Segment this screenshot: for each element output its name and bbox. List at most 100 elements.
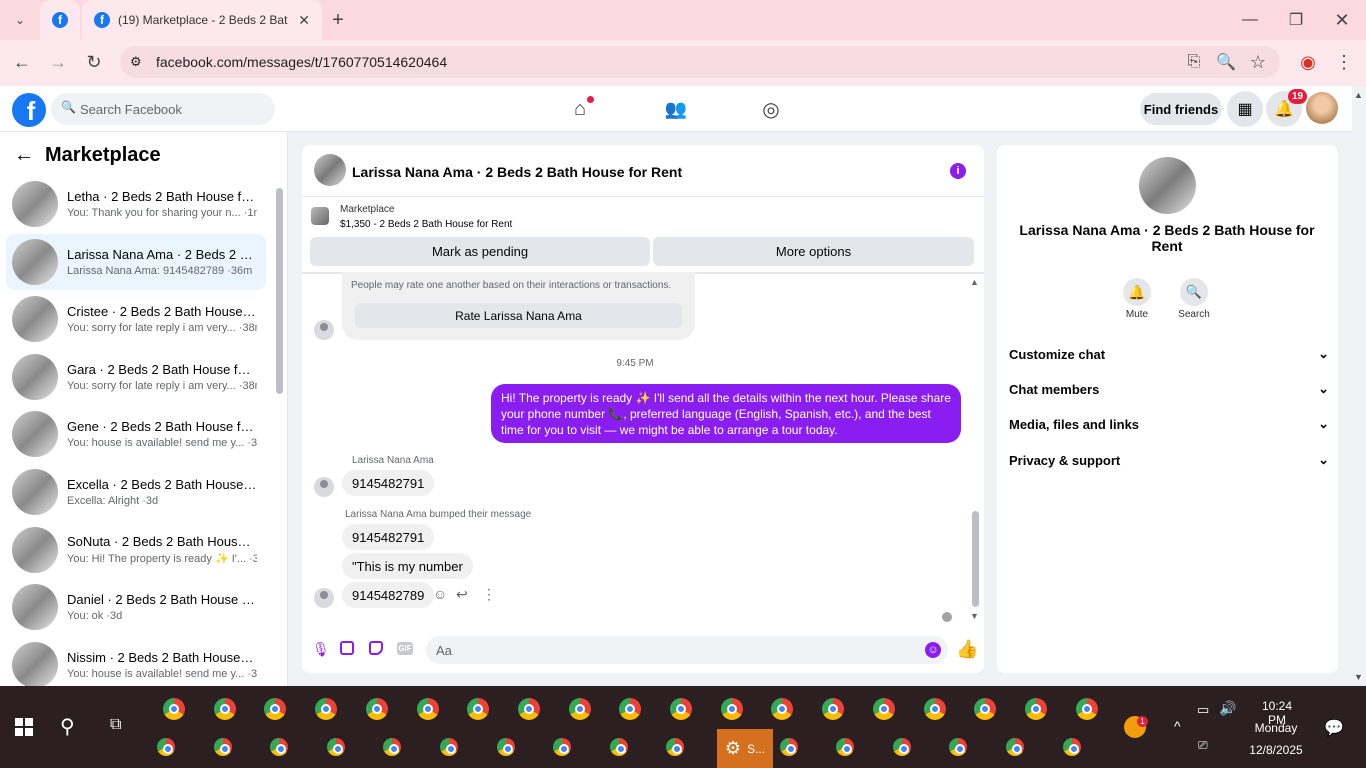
taskbar-chrome-icon[interactable] [264, 698, 287, 720]
microphone-icon[interactable]: 🎙 [312, 641, 330, 658]
taskbar-chrome-icon[interactable] [1075, 698, 1098, 720]
photo-icon[interactable] [340, 641, 354, 655]
taskbar-chrome-icon[interactable] [822, 698, 845, 720]
chat-title[interactable]: Larissa Nana Ama · 2 Beds 2 Bath House f… [352, 164, 682, 180]
message-input[interactable]: Aa [426, 636, 948, 664]
incoming-message[interactable]: 9145482789 [342, 582, 435, 608]
message-more-icon[interactable]: ⋮ [482, 586, 496, 603]
taskbar-chrome-icon[interactable] [892, 738, 911, 756]
taskbar-chrome-icon[interactable] [1006, 738, 1024, 756]
account-avatar[interactable] [1306, 92, 1338, 124]
sender-avatar[interactable] [314, 477, 334, 497]
tab-search-chevron-icon[interactable]: ⌄ [8, 8, 32, 32]
chat-scroll-down-icon[interactable]: ▼ [970, 611, 979, 621]
taskbar-chrome-icon[interactable] [213, 698, 236, 720]
incoming-message[interactable]: 9145482791 [342, 470, 435, 496]
mark-as-pending-button[interactable]: Mark as pending [310, 237, 650, 266]
taskbar-chrome-icon[interactable] [872, 698, 895, 720]
taskbar-chrome-icon[interactable] [157, 738, 175, 756]
minimize-icon[interactable]: — [1238, 8, 1262, 32]
forward-icon[interactable]: → [46, 50, 70, 74]
rate-button[interactable]: Rate Larissa Nana Ama [355, 303, 682, 328]
tray-chevron-icon[interactable]: ^ [1174, 718, 1181, 734]
taskbar-chrome-icon[interactable] [163, 698, 185, 720]
taskbar-chrome-icon[interactable] [771, 698, 794, 720]
reload-icon[interactable]: ↻ [82, 50, 106, 74]
taskbar-chrome-icon[interactable] [440, 738, 458, 756]
groups-icon[interactable]: ◎ [757, 96, 785, 122]
reply-icon[interactable]: ↩ [456, 586, 468, 603]
incoming-message[interactable]: 9145482791 [342, 524, 435, 550]
taskbar-chrome-icon[interactable] [365, 698, 388, 720]
taskbar-chrome-icon[interactable] [326, 738, 345, 756]
start-windows-icon[interactable] [15, 718, 33, 736]
taskbar-chrome-icon[interactable] [720, 698, 743, 720]
sticker-icon[interactable] [369, 641, 383, 655]
media-files-section[interactable]: Media, files and links ⌄ [1009, 414, 1329, 434]
find-friends-button[interactable]: Find friends [1140, 93, 1222, 125]
task-view-icon[interactable]: ⧉ [110, 716, 121, 734]
taskbar-chrome-icon[interactable] [949, 738, 968, 756]
mute-button[interactable]: 🔔 [1123, 278, 1151, 306]
conversation-item[interactable]: Letha · 2 Beds 2 Bath House for ... You: … [6, 176, 266, 232]
conversation-item[interactable]: SoNuta · 2 Beds 2 Bath House f... You: Hi… [6, 522, 266, 578]
conversation-item[interactable]: Nissim · 2 Beds 2 Bath House fo... You: h… [6, 637, 266, 686]
taskbar-chrome-icon[interactable] [517, 698, 540, 720]
taskbar-active-app[interactable]: ⚙ S... [717, 729, 773, 768]
taskbar-chrome-icon[interactable] [666, 738, 685, 756]
chat-scrollbar[interactable] [972, 511, 979, 607]
taskbar-chrome-icon[interactable] [1062, 738, 1081, 756]
battery-icon[interactable]: ▭ [1197, 702, 1209, 718]
install-app-icon[interactable]: ⎘ [1182, 50, 1206, 74]
conversation-item[interactable]: Larissa Nana Ama · 2 Beds 2 Bat... Lariss… [6, 233, 266, 290]
react-icon[interactable]: ☺ [433, 586, 447, 602]
search-chat-button[interactable]: 🔍 [1180, 278, 1208, 306]
volume-icon[interactable]: 🔊 [1219, 700, 1236, 717]
emoji-icon[interactable]: ☺ [925, 642, 941, 658]
facebook-logo-icon[interactable]: f [12, 93, 46, 127]
thumbs-up-icon[interactable]: 👍 [956, 639, 978, 660]
address-bar[interactable]: ⚙ facebook.com/messages/t/17607705146204… [120, 46, 1280, 78]
customize-chat-section[interactable]: Customize chat ⌄ [1009, 344, 1329, 364]
search-input[interactable]: 🔍 Search Facebook [51, 93, 275, 125]
page-scroll-down-icon[interactable]: ▼ [1354, 672, 1363, 682]
taskbar-chrome-icon[interactable] [836, 738, 855, 756]
new-tab-icon[interactable]: + [326, 8, 350, 32]
list-scrollbar[interactable] [276, 188, 283, 394]
taskbar-chrome-icon[interactable] [923, 698, 946, 720]
sender-avatar[interactable] [314, 588, 334, 608]
taskbar-search-icon[interactable]: ⚲ [60, 714, 75, 739]
clock-date[interactable]: 12/8/2025 [1243, 743, 1309, 757]
conversation-item[interactable]: Cristee · 2 Beds 2 Bath House fo... You: … [6, 291, 266, 347]
close-tab-icon[interactable]: ✕ [298, 12, 310, 29]
conversation-item[interactable]: Gara · 2 Beds 2 Bath House for ... You: s… [6, 349, 266, 405]
browser-menu-icon[interactable]: ⋮ [1332, 50, 1356, 74]
close-window-icon[interactable]: ✕ [1330, 8, 1354, 32]
taskbar-chrome-icon[interactable] [383, 738, 402, 756]
more-options-button[interactable]: More options [653, 237, 974, 266]
taskbar-chrome-icon[interactable] [553, 738, 572, 756]
taskbar-chrome-icon[interactable] [496, 738, 515, 756]
sender-avatar[interactable] [314, 320, 334, 340]
zoom-icon[interactable]: 🔍 [1214, 50, 1238, 74]
back-arrow-icon[interactable]: ← [14, 144, 34, 167]
taskbar-chrome-icon[interactable] [779, 738, 798, 756]
profile-icon[interactable]: ◉ [1296, 50, 1320, 74]
gif-icon[interactable]: GIF [397, 642, 413, 655]
taskbar-chrome-icon[interactable] [416, 698, 439, 720]
listing-price[interactable]: $1,350 - 2 Beds 2 Bath House for Rent [340, 219, 512, 230]
taskbar-chrome-icon[interactable] [213, 738, 232, 756]
chat-header-avatar[interactable] [314, 154, 346, 186]
menu-grid-icon[interactable]: ▦ [1227, 91, 1263, 127]
site-settings-icon[interactable]: ⚙ [130, 54, 142, 70]
incoming-message[interactable]: "This is my number [342, 553, 473, 579]
tab-facebook-pinned[interactable]: f [40, 0, 80, 40]
conversation-item[interactable]: Daniel · 2 Beds 2 Bath House fo... You: o… [6, 579, 266, 635]
notification-center-icon[interactable]: 💬 [1324, 718, 1344, 738]
chat-scroll-up-icon[interactable]: ▲ [970, 277, 979, 287]
taskbar-chrome-icon[interactable] [1024, 698, 1047, 720]
back-icon[interactable]: ← [10, 50, 34, 74]
chat-info-icon[interactable]: i [950, 163, 966, 179]
taskbar-chrome-icon[interactable] [974, 698, 997, 720]
tab-marketplace[interactable]: f (19) Marketplace - 2 Beds 2 Bat ✕ [82, 0, 322, 40]
